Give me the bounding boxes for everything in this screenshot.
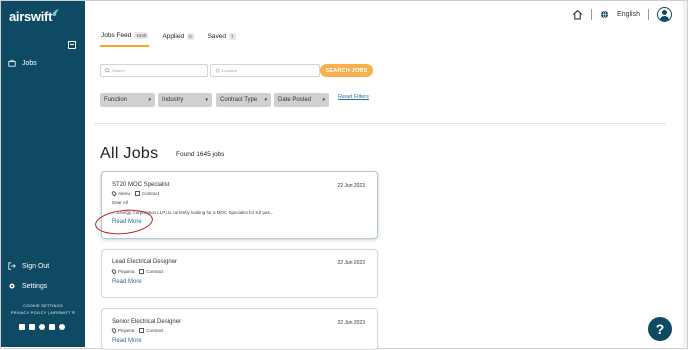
- cookie-settings-link[interactable]: COOKIE SETTINGS: [1, 303, 85, 308]
- job-contract: Contract: [146, 328, 164, 333]
- chevron-down-icon: ▾: [205, 97, 208, 103]
- count-badge: 7: [229, 33, 236, 40]
- location-pin-icon: [110, 268, 118, 275]
- tab-label: Saved: [207, 33, 227, 40]
- count-badge: 1645: [134, 32, 149, 39]
- sidebar-item-label: Sign Out: [22, 262, 50, 270]
- job-contract: Contract: [142, 191, 160, 196]
- youtube-icon[interactable]: [49, 324, 55, 330]
- briefcase-icon: [8, 59, 16, 67]
- location-pin-icon: [110, 190, 118, 197]
- section-divider: [94, 123, 666, 124]
- facebook-icon[interactable]: [19, 324, 25, 330]
- job-title[interactable]: Lead Electrical Designer: [112, 259, 177, 265]
- filter-label: Industry: [162, 97, 184, 103]
- tab-label: Jobs Feed: [101, 32, 132, 39]
- filter-label: Contract Type: [220, 97, 258, 103]
- instagram-icon[interactable]: [59, 324, 65, 330]
- tab-saved[interactable]: Saved 7: [207, 32, 237, 47]
- reset-filters-link[interactable]: Reset Filters: [338, 94, 369, 100]
- language-selector[interactable]: English: [617, 11, 640, 18]
- location-input[interactable]: Location: [210, 64, 320, 77]
- calendar-icon: [135, 191, 141, 196]
- read-more-link[interactable]: Read More: [112, 279, 142, 285]
- sidebar-item-sign-out[interactable]: Sign Out: [8, 262, 49, 270]
- chevron-down-icon: ▾: [264, 97, 267, 103]
- twitter-icon[interactable]: [39, 324, 45, 330]
- location-pin-icon: [110, 327, 118, 334]
- tab-label: Applied: [162, 33, 185, 40]
- gear-icon: [9, 283, 15, 289]
- job-meta: Pinjama Contract: [110, 327, 164, 334]
- job-greeting: Dear All: [112, 200, 128, 205]
- job-meta: Abreu Contract: [110, 190, 160, 197]
- scrollbar[interactable]: [683, 1, 687, 347]
- user-avatar[interactable]: [657, 7, 672, 22]
- chevron-down-icon: ▾: [322, 97, 325, 103]
- sign-out-icon: [8, 262, 16, 270]
- job-location: Pinjama: [118, 328, 135, 333]
- collapse-sidebar-icon[interactable]: [68, 41, 76, 49]
- help-button[interactable]: ?: [648, 317, 672, 341]
- filter-label: Function: [104, 97, 128, 103]
- sidebar-item-settings[interactable]: Settings: [8, 282, 47, 290]
- sidebar: airswift Jobs Sign Out Settings COOKIE S…: [1, 1, 85, 347]
- job-date: 22 Jun 2023: [337, 260, 365, 266]
- privacy-policy-link[interactable]: PRIVACY POLICY | AIRSWIFT ®: [1, 310, 85, 315]
- brand-logo[interactable]: airswift: [9, 9, 52, 24]
- filter-label: Date Posted: [278, 97, 312, 103]
- job-card[interactable]: Senior Electrical Designer 22 Jun 2023 P…: [101, 308, 378, 350]
- job-date: 22 Jun 2023: [337, 320, 365, 326]
- divider: [591, 9, 593, 20]
- search-icon: [105, 68, 110, 73]
- search-input[interactable]: Search: [100, 64, 208, 77]
- location-placeholder: Location: [222, 68, 238, 73]
- tab-jobs-feed[interactable]: Jobs Feed 1645: [100, 32, 150, 47]
- social-links: [19, 324, 65, 330]
- job-location: Pinjama: [118, 269, 135, 274]
- job-title[interactable]: ST20 MOC Specialist: [112, 182, 169, 188]
- top-bar: English: [572, 7, 672, 22]
- date-posted-filter[interactable]: Date Posted ▾: [274, 93, 329, 107]
- results-count: Found 1645 jobs: [176, 151, 225, 158]
- job-date: 22 Jun 2023: [337, 183, 365, 189]
- tab-applied[interactable]: Applied 0: [161, 32, 194, 47]
- calendar-icon: [139, 328, 145, 333]
- location-pin-icon: [215, 68, 220, 73]
- sidebar-item-label: Jobs: [22, 59, 37, 67]
- read-more-link[interactable]: Read More: [112, 338, 142, 344]
- job-tabs: Jobs Feed 1645 Applied 0 Saved 7: [100, 32, 237, 47]
- logo-swift-icon: [51, 8, 60, 17]
- search-placeholder: Search: [112, 68, 125, 73]
- contract-type-filter[interactable]: Contract Type ▾: [216, 93, 271, 107]
- job-contract: Contract: [146, 269, 164, 274]
- function-filter[interactable]: Function ▾: [100, 93, 155, 107]
- job-title[interactable]: Senior Electrical Designer: [112, 319, 181, 325]
- divider: [648, 9, 649, 20]
- job-location: Abreu: [118, 191, 131, 196]
- job-meta: Pinjama Contract: [110, 268, 164, 275]
- home-icon[interactable]: [572, 9, 583, 20]
- sidebar-item-label: Settings: [22, 282, 48, 290]
- job-card[interactable]: Lead Electrical Designer 22 Jun 2023 Pin…: [101, 249, 378, 298]
- industry-filter[interactable]: Industry ▾: [158, 93, 212, 107]
- linkedin-icon[interactable]: [29, 324, 35, 330]
- search-jobs-button[interactable]: SEARCH JOBS: [320, 64, 373, 77]
- globe-icon: [600, 10, 609, 19]
- sidebar-item-jobs[interactable]: Jobs: [8, 59, 37, 67]
- page-title: All Jobs: [100, 145, 159, 162]
- chevron-down-icon: ▾: [148, 97, 151, 103]
- calendar-icon: [139, 269, 145, 274]
- count-badge: 0: [187, 33, 194, 40]
